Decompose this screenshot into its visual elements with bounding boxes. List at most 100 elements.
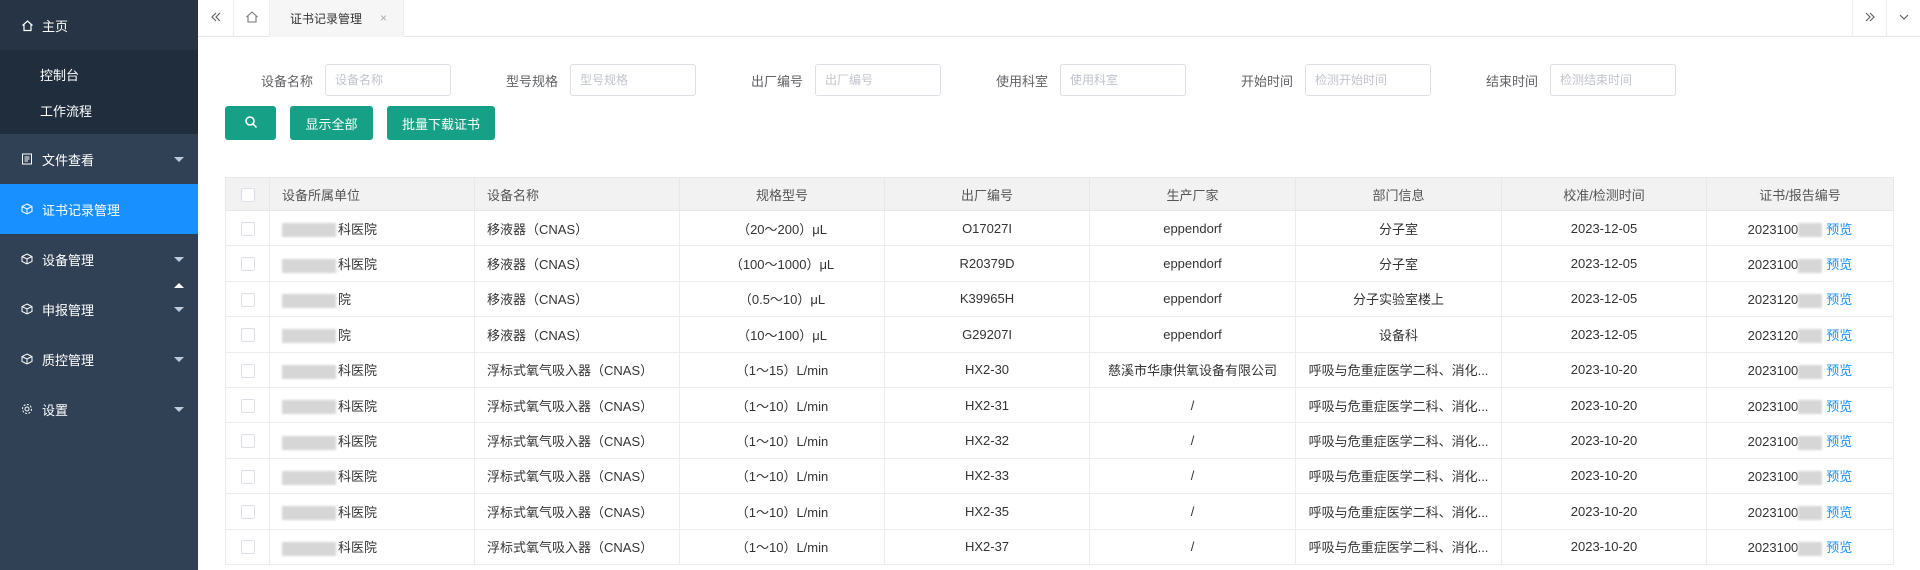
redacted-mark [282, 506, 336, 521]
chevron-down-icon [174, 307, 184, 312]
unit-cell: 科医院 [269, 386, 475, 424]
sidebar-item-certificates[interactable]: 证书记录管理 [0, 184, 198, 234]
cert-number: 2023100 [1747, 221, 1799, 237]
preview-link[interactable]: 预览 [1826, 434, 1852, 449]
cube-icon [20, 302, 34, 316]
unit-text: 科医院 [338, 504, 378, 520]
manufacturer-cell: eppendorf [1089, 245, 1296, 282]
preview-link[interactable]: 预览 [1826, 469, 1852, 484]
dept-cell: 分子室 [1295, 245, 1502, 282]
row-checkbox[interactable] [240, 328, 255, 343]
table-row[interactable]: 科医院 浮标式氧气吸入器（CNAS） （1～10）L/min HX2-37/呼吸与危重… [225, 528, 1894, 565]
preview-link[interactable]: 预览 [1826, 292, 1852, 307]
batch-download-button[interactable]: 批量下载证书 [387, 106, 495, 140]
close-icon[interactable]: × [380, 11, 387, 25]
scroll-left-button[interactable] [198, 0, 234, 37]
row-checkbox[interactable] [240, 221, 255, 236]
preview-link[interactable]: 预览 [1826, 505, 1852, 520]
table-row[interactable]: 科医院 浮标式氧气吸入器（CNAS） （1～10）L/min HX2-35/呼吸与危重… [225, 493, 1894, 530]
row-checkbox[interactable] [240, 398, 255, 413]
table-row[interactable]: 科医院 移液器（CNAS） （100～1000）μL R20379D eppendorf… [225, 245, 1894, 282]
column-header[interactable]: 设备所属单位 [269, 177, 475, 211]
dept-cell: 呼吸与危重症医学二科、消化... [1295, 422, 1502, 459]
column-header[interactable]: 规格型号 [679, 177, 885, 211]
start-time-input[interactable] [1305, 64, 1431, 96]
column-header[interactable]: 校准/检测时间 [1501, 177, 1707, 211]
sidebar-item-devices[interactable]: 设备管理 [0, 234, 198, 284]
preview-link[interactable]: 预览 [1826, 257, 1852, 272]
dept-cell: 呼吸与危重症医学二科、消化... [1295, 351, 1502, 388]
preview-link[interactable]: 预览 [1826, 328, 1852, 343]
sidebar-item-settings[interactable]: 设置 [0, 384, 198, 434]
preview-link[interactable]: 预览 [1826, 222, 1852, 237]
spec-cell: （1～10）L/min [679, 386, 885, 424]
sidebar-item-quality-control[interactable]: 质控管理 [0, 334, 198, 384]
filter-start-time: 开始时间 [1205, 64, 1450, 96]
device-name-label: 设备名称 [260, 73, 313, 89]
serial-label: 出厂编号 [750, 73, 803, 89]
row-checkbox[interactable] [240, 363, 255, 378]
table-row[interactable]: 科医院 浮标式氧气吸入器（CNAS） （1～10）L/min HX2-31/呼吸与危重… [225, 386, 1894, 424]
dept-label: 使用科室 [995, 73, 1048, 89]
cert-number: 2023120 [1747, 327, 1799, 343]
row-select-cell [225, 457, 270, 495]
tab-certificate-records[interactable]: 证书记录管理 × [270, 0, 405, 37]
sidebar-item-home[interactable]: 主页 [0, 0, 198, 288]
table-row[interactable]: 科医院 浮标式氧气吸入器（CNAS） （1～10）L/min HX2-32/呼吸与危重… [225, 422, 1894, 459]
show-all-button[interactable]: 显示全部 [290, 106, 373, 140]
sidebar-item-declarations[interactable]: 申报管理 [0, 284, 198, 334]
table-row[interactable]: 科医院 浮标式氧气吸入器（CNAS） （1～10）L/min HX2-33/呼吸与危重… [225, 457, 1894, 495]
manufacturer-cell: 慈溪市华康供氧设备有限公司 [1089, 351, 1296, 388]
home-tab-button[interactable] [234, 0, 270, 37]
row-checkbox[interactable] [240, 540, 255, 555]
serial-cell: HX2-37 [884, 528, 1090, 565]
row-select-cell [225, 422, 270, 459]
redacted-mark [1798, 364, 1823, 379]
sidebar-item-files[interactable]: 文件查看 [0, 134, 198, 184]
date-cell: 2023-12-05 [1501, 280, 1707, 318]
spec-cell: （1～10）L/min [679, 422, 885, 459]
chevron-down-icon [174, 357, 184, 362]
column-header[interactable]: 部门信息 [1295, 177, 1502, 211]
cert-number: 2023100 [1747, 469, 1799, 485]
table-row[interactable]: 院移液器（CNAS） （10～100）μL G29207I eppendorf 设备科 2… [225, 316, 1894, 353]
tab-menu-button[interactable] [1886, 0, 1920, 37]
manufacturer-cell: / [1089, 422, 1296, 459]
end-time-input[interactable] [1550, 64, 1676, 96]
row-checkbox[interactable] [240, 292, 255, 307]
preview-link[interactable]: 预览 [1826, 363, 1852, 378]
unit-cell: 科医院 [269, 528, 475, 565]
cert-cell: 2023100 预览 [1706, 245, 1894, 282]
column-header[interactable]: 出厂编号 [884, 177, 1090, 211]
scroll-right-button[interactable] [1852, 0, 1886, 37]
sidebar-item-label: 文件查看 [42, 152, 95, 168]
preview-link[interactable]: 预览 [1826, 540, 1852, 555]
dept-input[interactable] [1060, 64, 1186, 96]
row-checkbox[interactable] [240, 257, 255, 272]
serial-input[interactable] [815, 64, 941, 96]
cert-number: 2023100 [1747, 540, 1799, 556]
row-checkbox[interactable] [240, 505, 255, 520]
date-cell: 2023-10-20 [1501, 386, 1707, 424]
table-row[interactable]: 科医院 移液器（CNAS） （20～200）μL O17027I eppendorf 分子… [225, 209, 1894, 247]
sidebar-item-label: 申报管理 [42, 302, 95, 318]
column-header[interactable]: 设备名称 [474, 177, 680, 211]
cert-number: 2023120 [1747, 292, 1799, 308]
search-button[interactable] [225, 106, 276, 140]
sidebar-item-workflow[interactable]: 工作流程 [0, 92, 198, 128]
preview-link[interactable]: 预览 [1826, 399, 1852, 414]
row-checkbox[interactable] [240, 469, 255, 484]
select-all-checkbox[interactable] [240, 187, 255, 202]
row-checkbox[interactable] [240, 434, 255, 449]
redacted-mark [282, 329, 336, 344]
column-header[interactable]: 生产厂家 [1089, 177, 1296, 211]
sidebar-item-console[interactable]: 控制台 [0, 56, 198, 92]
table-row[interactable]: 科医院 浮标式氧气吸入器（CNAS） （1～15）L/min HX2-30 慈溪市华康供… [225, 351, 1894, 388]
table-row[interactable]: 院 移液器（CNAS） （0.5～10）μL K39965H eppendorf 分子实验… [225, 280, 1894, 318]
model-input[interactable] [570, 64, 696, 96]
tab-label: 证书记录管理 [290, 11, 363, 26]
cert-number: 2023100 [1747, 398, 1799, 414]
device-name-input[interactable] [325, 64, 451, 96]
column-header[interactable]: 证书/报告编号 [1706, 177, 1894, 211]
manufacturer-cell: eppendorf [1089, 280, 1296, 318]
